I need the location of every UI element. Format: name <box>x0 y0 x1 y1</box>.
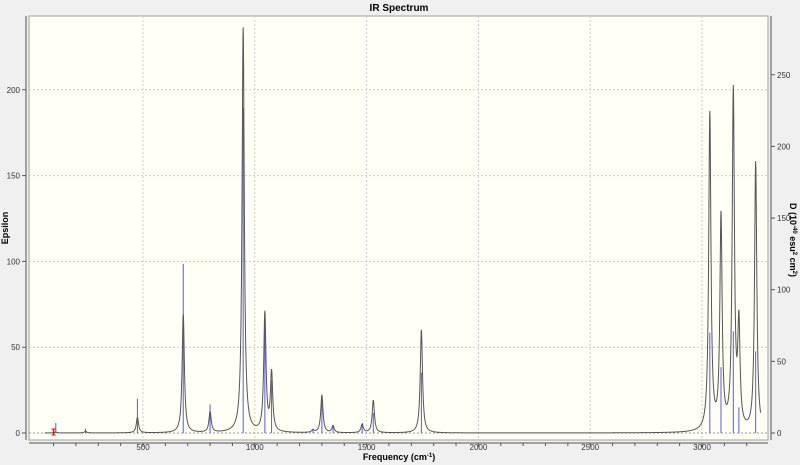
y-tick-label: 100 <box>7 257 21 266</box>
chart-title: IR Spectrum <box>370 3 429 14</box>
y2-tick-label: 50 <box>777 357 786 366</box>
x-tick-label: 1000 <box>246 443 264 452</box>
y2-tick-label: 250 <box>777 71 791 80</box>
x-axis-label: Frequency (cm-1) <box>363 452 435 462</box>
y-tick-label: 200 <box>7 86 21 95</box>
y2-tick-label: 200 <box>777 142 791 151</box>
ir-spectrum-chart: IR Spectrum 500 1000 1500 2000 2500 300005010… <box>0 3 798 462</box>
y2-tick-label: 100 <box>777 286 791 295</box>
y-tick-label: 150 <box>7 172 21 181</box>
y2-tick-label: 0 <box>777 429 782 438</box>
x-tick-label: 3000 <box>693 443 711 452</box>
y-tick-label: 0 <box>16 429 21 438</box>
y2-axis-label: D (10-40 esu2 cm2) <box>788 203 798 277</box>
plot-area <box>28 15 769 441</box>
x-tick-label: 2000 <box>470 443 488 452</box>
x-tick-label: 1500 <box>358 443 376 452</box>
y-axis-label: Epsilon <box>0 212 10 245</box>
x-tick-label: 500 <box>136 443 150 452</box>
y-tick-label: 50 <box>11 343 20 352</box>
x-tick-label: 2500 <box>581 443 599 452</box>
